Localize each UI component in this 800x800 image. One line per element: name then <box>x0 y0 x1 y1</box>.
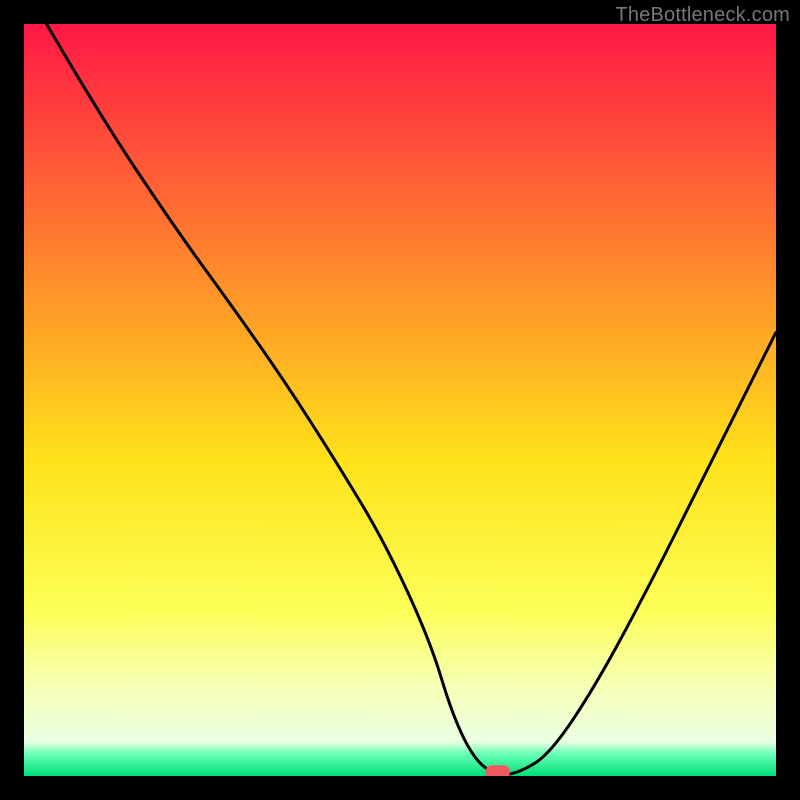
plot-area <box>24 24 776 776</box>
chart-container: TheBottleneck.com <box>0 0 800 800</box>
gradient-background <box>24 24 776 776</box>
chart-svg <box>24 24 776 776</box>
optimal-marker <box>486 765 510 776</box>
